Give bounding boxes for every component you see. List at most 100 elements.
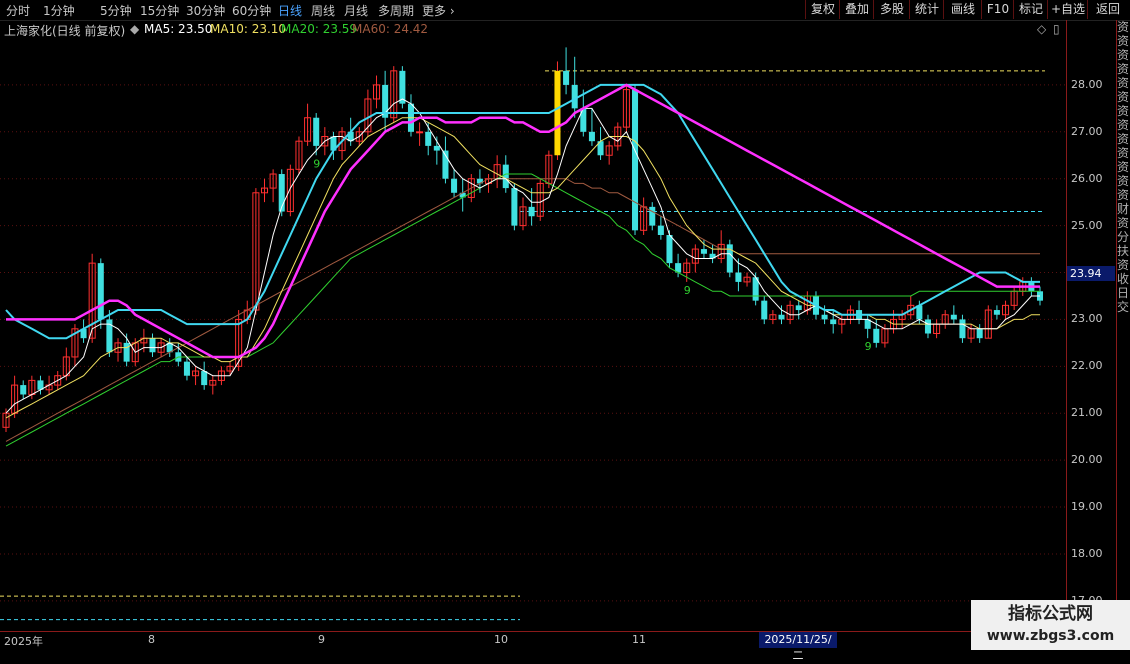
chevron-right-icon: ›	[449, 4, 455, 18]
nine-signal-label: 9	[313, 157, 320, 170]
candle-body-down	[649, 206, 656, 226]
tab-monthly[interactable]: 月线	[344, 2, 368, 19]
side-strip-char: 资	[1117, 118, 1130, 132]
candle-body-down	[950, 314, 957, 320]
watermark-logo: 指标公式网 www.zbgs3.com	[971, 600, 1130, 650]
price-axis: 28.0027.0026.0025.0024.0023.0022.0021.00…	[1066, 20, 1117, 631]
tab-60min[interactable]: 60分钟	[232, 2, 271, 19]
side-strip-char: 资	[1117, 48, 1130, 62]
side-strip-char: 资	[1117, 146, 1130, 160]
candle-body-down	[201, 371, 208, 386]
date-label-aug: 8	[148, 633, 155, 646]
stats-button[interactable]: 统计	[909, 0, 944, 19]
tab-5min[interactable]: 5分钟	[100, 2, 132, 19]
highlight-candle	[554, 70, 561, 156]
candle-body-down	[666, 235, 673, 264]
date-label-2025: 2025年	[4, 635, 43, 648]
tab-weekly[interactable]: 周线	[311, 2, 335, 19]
tab-fenshi[interactable]: 分时	[6, 2, 30, 19]
date-label-nov: 11	[632, 633, 646, 646]
candle-body-down	[183, 361, 190, 376]
price-tick-label: 25.00	[1071, 218, 1103, 232]
candle-body-up	[416, 131, 424, 134]
draw-line-button[interactable]: 画线	[943, 0, 982, 19]
date-label-oct: 10	[494, 633, 508, 646]
side-strip-char: 资	[1117, 132, 1130, 146]
side-strip-char: 日	[1117, 286, 1130, 300]
candle-body-down	[433, 145, 440, 151]
side-strip-char: 资	[1117, 104, 1130, 118]
candle-body-down	[571, 84, 578, 109]
add-watchlist-button[interactable]: +自选	[1047, 0, 1088, 19]
candle-body-down	[123, 342, 130, 362]
candle-body-down	[149, 338, 156, 353]
tab-15min[interactable]: 15分钟	[140, 2, 179, 19]
candle-body-down	[588, 131, 595, 142]
date-label-sep: 9	[318, 633, 325, 646]
side-strip-char: 资	[1117, 258, 1130, 272]
candle-body-down	[959, 319, 966, 339]
candle-body-down	[20, 385, 27, 395]
candle-body-down	[563, 70, 570, 85]
candle-body-down	[511, 188, 518, 226]
candle-body-down	[528, 206, 535, 217]
tab-multi-period[interactable]: 多周期	[378, 2, 414, 19]
candle-body-down	[502, 164, 509, 189]
ma10-line	[5, 117, 1040, 419]
price-tick-label: 22.00	[1071, 359, 1103, 373]
current-price-badge: 23.94	[1067, 266, 1115, 281]
date-axis: 2025年 8 9 10 11	[0, 631, 1066, 651]
price-tick-label: 21.00	[1071, 406, 1103, 420]
tab-30min[interactable]: 30分钟	[186, 2, 225, 19]
tab-daily[interactable]: 日线	[278, 2, 302, 19]
candle-body-down	[700, 249, 707, 254]
period-toolbar: 分时 1分钟 5分钟 15分钟 30分钟 60分钟 日线 周线 月线 多周期 更…	[0, 0, 1130, 21]
price-tick-label: 19.00	[1071, 500, 1103, 514]
side-strip-char: 交	[1117, 300, 1130, 314]
multi-stock-button[interactable]: 多股	[873, 0, 910, 19]
nine-signal-label: 9	[684, 284, 691, 297]
nine-signal-label: 9	[865, 340, 872, 353]
candle-body-down	[632, 89, 639, 231]
side-strip-char: 资	[1117, 188, 1130, 202]
candle-body-down	[425, 131, 432, 146]
side-strip-char: 扶	[1117, 244, 1130, 258]
side-strip-char: 资	[1117, 90, 1130, 104]
candle-body-down	[451, 178, 458, 193]
candle-body-down	[778, 314, 785, 320]
price-tick-label: 23.00	[1071, 312, 1103, 326]
side-strip-char: 资	[1117, 76, 1130, 90]
candle-body-down	[795, 305, 802, 311]
price-tick-label: 18.00	[1071, 546, 1103, 560]
candle-body-down	[313, 117, 320, 146]
mark-button[interactable]: 标记	[1013, 0, 1048, 19]
watermark-title: 指标公式网	[1008, 604, 1093, 624]
back-button[interactable]: 返回	[1087, 0, 1128, 19]
candle-body-down	[924, 319, 931, 334]
kline-chart[interactable]: 9 9 9	[0, 20, 1066, 631]
candle-body-down	[830, 319, 837, 325]
candle-body-down	[873, 328, 880, 343]
f10-button[interactable]: F10	[981, 0, 1014, 19]
side-strip-char: 资	[1117, 216, 1130, 230]
tab-1min[interactable]: 1分钟	[43, 2, 75, 19]
tab-more[interactable]: 更多 ›	[422, 2, 455, 19]
price-tick-label: 26.00	[1071, 171, 1103, 185]
side-info-strip[interactable]: 资资资资资资资资资资资资资财资分扶资收日交	[1116, 20, 1130, 631]
side-strip-char: 资	[1117, 20, 1130, 34]
candle-body-down	[761, 300, 768, 320]
candle-body-down	[657, 225, 664, 235]
candle-body-down	[976, 328, 983, 339]
fuquan-button[interactable]: 复权	[805, 0, 840, 19]
overlay-button[interactable]: 叠加	[839, 0, 874, 19]
side-strip-char: 财	[1117, 202, 1130, 216]
side-strip-char: 收	[1117, 272, 1130, 286]
candle-body-down	[993, 310, 1000, 315]
side-strip-char: 资	[1117, 160, 1130, 174]
watermark-url: www.zbgs3.com	[986, 628, 1115, 644]
candle-body-down	[821, 314, 828, 320]
side-strip-char: 分	[1117, 230, 1130, 244]
candle-body-down	[735, 272, 742, 282]
price-tick-label: 20.00	[1071, 453, 1103, 467]
side-strip-char: 资	[1117, 34, 1130, 48]
